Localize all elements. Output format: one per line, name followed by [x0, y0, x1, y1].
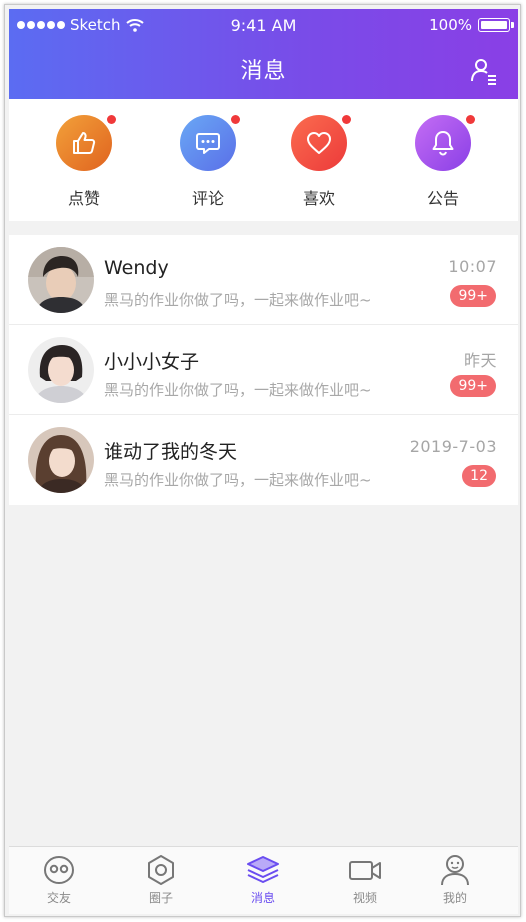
status-right: 100% — [429, 16, 514, 34]
message-time: 2019-7-03 — [409, 437, 497, 456]
tab-label: 视频 — [352, 891, 377, 905]
user-list-icon[interactable] — [470, 57, 498, 85]
profile-icon — [441, 855, 469, 886]
contact-name: 谁动了我的冬天 — [104, 441, 238, 463]
message-layers-icon — [247, 856, 279, 883]
quick-action-label: 喜欢 — [302, 189, 335, 208]
avatar — [28, 337, 94, 403]
tab-mine[interactable]: 我的 — [415, 851, 495, 906]
unread-badge: 99+ — [450, 285, 496, 307]
device-frame: Sketch 9:41 AM 100% 消息 点赞 评论 喜欢 公告 Wendy… — [4, 4, 521, 917]
tab-circle[interactable]: 圈子 — [121, 851, 201, 906]
notification-dot — [231, 115, 240, 124]
tab-video[interactable]: 视频 — [325, 851, 405, 906]
page-title: 消息 — [240, 59, 287, 84]
tab-label: 交友 — [46, 891, 71, 905]
tab-bar: 交友 圈子 消息 视频 我的 — [9, 846, 518, 914]
announcement-circle — [415, 115, 471, 171]
message-row-xiaonvzi[interactable]: 小小小女子 黑马的作业你做了吗，一起来做作业吧~ 昨天 99+ — [9, 325, 518, 415]
friends-icon — [44, 856, 74, 884]
contact-name: Wendy — [104, 257, 169, 279]
message-preview: 黑马的作业你做了吗，一起来做作业吧~ — [104, 471, 372, 489]
avatar — [28, 427, 94, 493]
quick-action-label: 公告 — [426, 189, 459, 208]
header: Sketch 9:41 AM 100% 消息 — [9, 9, 518, 99]
quick-actions: 点赞 评论 喜欢 公告 — [9, 99, 518, 221]
tab-label: 圈子 — [148, 891, 173, 905]
status-bar: Sketch 9:41 AM 100% — [9, 9, 518, 39]
heart-icon — [307, 132, 331, 154]
message-row-wendy[interactable]: Wendy 黑马的作业你做了吗，一起来做作业吧~ 10:07 99+ — [9, 235, 518, 325]
quick-action-label: 评论 — [191, 189, 224, 208]
notification-dot — [466, 115, 475, 124]
avatar — [28, 247, 94, 313]
quick-action-label: 点赞 — [67, 189, 100, 208]
message-time: 10:07 — [448, 257, 497, 276]
quick-action-love[interactable]: 喜欢 — [279, 115, 359, 209]
message-time: 昨天 — [463, 351, 497, 370]
unread-badge: 99+ — [450, 375, 496, 397]
tab-label: 我的 — [442, 891, 467, 905]
notification-dot — [107, 115, 116, 124]
tab-label: 消息 — [250, 891, 275, 905]
unread-badge: 12 — [462, 465, 496, 487]
thumbs-up-icon — [73, 132, 96, 154]
comment-icon — [196, 133, 220, 154]
message-row-dongtian[interactable]: 谁动了我的冬天 黑马的作业你做了吗，一起来做作业吧~ 2019-7-03 12 — [9, 415, 518, 505]
app-screen: Sketch 9:41 AM 100% 消息 点赞 评论 喜欢 公告 Wendy… — [9, 9, 518, 914]
message-list: Wendy 黑马的作业你做了吗，一起来做作业吧~ 10:07 99+ 小小小女子… — [9, 235, 518, 505]
notification-dot — [342, 115, 351, 124]
battery-percent: 100% — [429, 16, 472, 34]
message-preview: 黑马的作业你做了吗，一起来做作业吧~ — [104, 291, 372, 309]
battery-icon — [478, 18, 514, 32]
circle-icon — [148, 855, 174, 885]
bell-icon — [432, 131, 454, 156]
like-circle — [56, 115, 112, 171]
tab-friends[interactable]: 交友 — [19, 851, 99, 906]
message-preview: 黑马的作业你做了吗，一起来做作业吧~ — [104, 381, 372, 399]
quick-action-comment[interactable]: 评论 — [168, 115, 248, 209]
quick-action-like[interactable]: 点赞 — [44, 115, 124, 209]
quick-action-announcement[interactable]: 公告 — [403, 115, 483, 209]
contact-name: 小小小女子 — [104, 351, 200, 373]
video-icon — [349, 861, 381, 880]
love-circle — [291, 115, 347, 171]
tab-messages[interactable]: 消息 — [223, 851, 303, 906]
comment-circle — [180, 115, 236, 171]
